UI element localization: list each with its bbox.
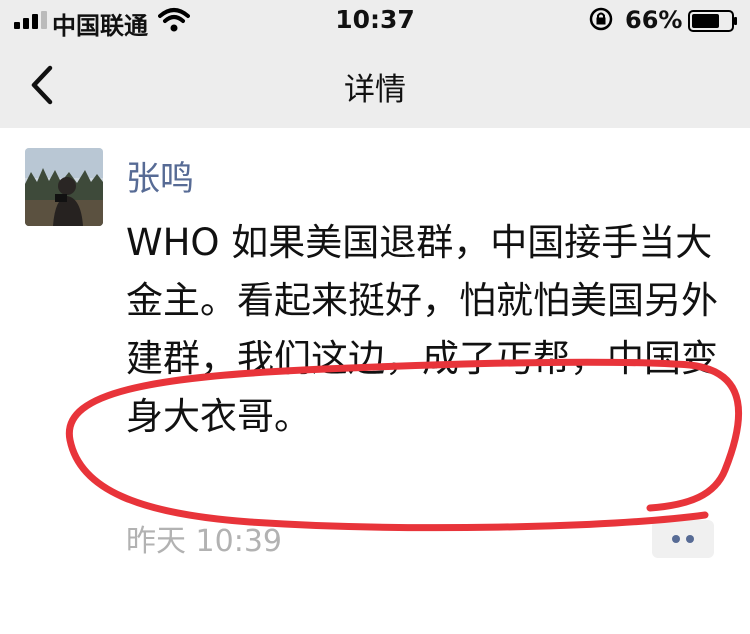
avatar[interactable] [25, 148, 103, 226]
status-bar: 中国联通 10:37 66% [0, 0, 750, 40]
post-text: WHO 如果美国退群，中国接手当大金主。看起来挺好，怕就怕美国另外建群，我们这边… [126, 221, 718, 438]
post-timestamp: 昨天 10:39 [126, 524, 282, 559]
rotation-lock-icon [589, 7, 613, 31]
top-bar: 中国联通 10:37 66% 详情 [0, 0, 750, 128]
post-author[interactable]: 张鸣 [126, 151, 194, 200]
more-ellipsis-button[interactable] [652, 520, 714, 558]
battery-percent: 66% [625, 6, 683, 34]
battery-icon [688, 10, 737, 32]
page-title: 详情 [344, 72, 406, 108]
